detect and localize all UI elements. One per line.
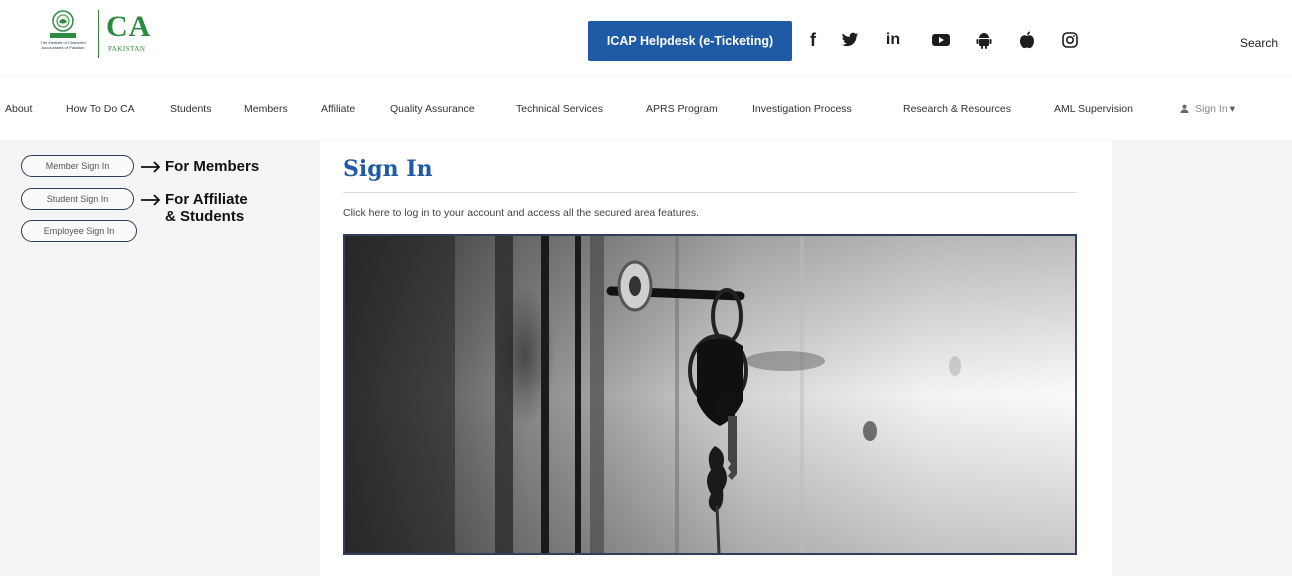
main-nav: About How To Do CA Students Members Affi… [0,76,1292,140]
nav-item-members[interactable]: Members [244,103,288,115]
caret-down-icon: ▾ [1229,103,1235,115]
android-icon[interactable] [973,29,995,51]
search-link[interactable]: Search [1240,36,1278,50]
intro-text: Click here to log in to your account and… [343,207,700,219]
sign-in-key-image [343,234,1077,555]
facebook-icon[interactable]: f [804,29,822,51]
nav-item-aprs-program[interactable]: APRS Program [646,103,718,115]
nav-item-technical-services[interactable]: Technical Services [516,103,603,115]
for-members-annotation: For Members [165,158,260,175]
sign-in-menu[interactable]: Sign In ▾ [1180,103,1235,115]
for-affiliate-annotation: For Affiliate [165,191,248,208]
employee-sign-in-button[interactable]: Employee Sign In [21,220,137,242]
nav-item-affiliate[interactable]: Affiliate [321,103,355,115]
logo-subtitle: PAKISTAN [108,45,146,53]
youtube-icon[interactable] [930,29,952,51]
site-header: The Institute of Chartered Accountants o… [0,0,1292,75]
linkedin-icon[interactable]: in [881,29,905,51]
member-sign-in-button[interactable]: Member Sign In [21,155,134,177]
nav-item-students[interactable]: Students [170,103,211,115]
icap-logo[interactable]: The Institute of Chartered Accountants o… [28,8,158,64]
page-title: Sign In [343,156,433,182]
icap-emblem-icon [50,10,76,38]
helpdesk-button[interactable]: ICAP Helpdesk (e-Ticketing) [588,21,792,61]
nav-item-aml-supervision[interactable]: AML Supervision [1054,103,1133,115]
nav-item-about[interactable]: About [5,103,32,115]
logo-mark: CA [106,10,152,43]
student-sign-in-button[interactable]: Student Sign In [21,188,134,210]
apple-icon[interactable] [1016,29,1038,51]
and-students-annotation: & Students [165,208,245,225]
sign-in-menu-label: Sign In [1195,103,1228,115]
emblem-caption: The Institute of Chartered Accountants o… [40,40,86,50]
nav-item-research-resources[interactable]: Research & Resources [903,103,1011,115]
nav-item-how-to-do-ca[interactable]: How To Do CA [66,103,135,115]
title-divider [343,192,1077,193]
instagram-icon[interactable] [1059,29,1081,51]
arrow-right-icon [141,194,161,206]
twitter-icon[interactable] [838,29,862,51]
logo-divider [98,10,99,58]
nav-item-quality-assurance[interactable]: Quality Assurance [390,103,475,115]
user-icon [1180,104,1189,113]
nav-item-investigation-process[interactable]: Investigation Process [752,103,852,115]
arrow-right-icon [141,161,161,173]
